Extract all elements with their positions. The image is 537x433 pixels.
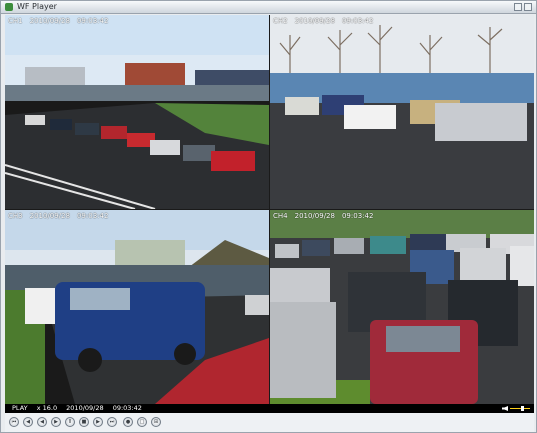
- camera-grid: CH1 2010/09/28 09:03:42 CH2 2010/09/28 0…: [5, 15, 534, 404]
- fast-forward-icon[interactable]: ⏭: [107, 417, 117, 427]
- camera-ch1-label: CH1 2010/09/28 09:03:42: [8, 17, 109, 25]
- snapshot-icon[interactable]: ●: [123, 417, 133, 427]
- step-forward-icon[interactable]: ▶: [93, 417, 103, 427]
- camera-ch4-view[interactable]: CH4 2010/09/28 09:03:42: [270, 210, 534, 404]
- stop-icon[interactable]: ■: [79, 417, 89, 427]
- camera-ch4-image: [270, 210, 534, 404]
- status-time: 09:03:42: [112, 404, 142, 412]
- playback-controls: ⏮ ◀ ◀ ▶ Ⅱ ■ ▶ ⏭ ● □ ⊞: [5, 413, 534, 432]
- minimize-button[interactable]: [514, 3, 522, 11]
- rewind-start-icon[interactable]: ⏮: [9, 417, 19, 427]
- pause-icon[interactable]: Ⅱ: [65, 417, 75, 427]
- status-state: PLAY: [12, 404, 28, 412]
- title-bar: WF Player: [1, 1, 536, 14]
- play-icon[interactable]: ▶: [51, 417, 61, 427]
- quad-view-icon[interactable]: ⊞: [151, 417, 161, 427]
- camera-ch1-image: [5, 15, 269, 209]
- reverse-play-icon[interactable]: ◀: [37, 417, 47, 427]
- volume-icon[interactable]: [502, 406, 508, 411]
- volume-slider-handle[interactable]: [521, 406, 524, 411]
- app-icon: [5, 3, 13, 11]
- camera-ch2-view[interactable]: CH2 2010/09/28 09:03:42: [270, 15, 534, 209]
- camera-ch1-view[interactable]: CH1 2010/09/28 09:03:42: [5, 15, 269, 209]
- status-date: 2010/09/28: [66, 404, 104, 412]
- single-view-icon[interactable]: □: [137, 417, 147, 427]
- camera-ch3-view[interactable]: CH3 2010/09/28 09:03:42: [5, 210, 269, 404]
- step-back-icon[interactable]: ◀: [23, 417, 33, 427]
- camera-ch2-image: [270, 15, 534, 209]
- status-speed: x 16.0: [36, 404, 58, 412]
- camera-ch3-label: CH3 2010/09/28 09:03:42: [8, 212, 109, 220]
- playback-status: PLAY x 16.0 2010/09/28 09:03:42: [12, 404, 149, 413]
- volume-slider[interactable]: [510, 408, 530, 409]
- window-title: WF Player: [17, 2, 57, 11]
- playback-status-bar: PLAY x 16.0 2010/09/28 09:03:42: [5, 404, 534, 413]
- camera-ch3-image: [5, 210, 269, 404]
- camera-ch2-label: CH2 2010/09/28 09:03:42: [273, 17, 374, 25]
- close-button[interactable]: [524, 3, 532, 11]
- player-window: WF Player CH1 2010/09/28 09:03:42 CH2 20…: [0, 0, 537, 433]
- camera-ch4-label: CH4 2010/09/28 09:03:42: [273, 212, 374, 220]
